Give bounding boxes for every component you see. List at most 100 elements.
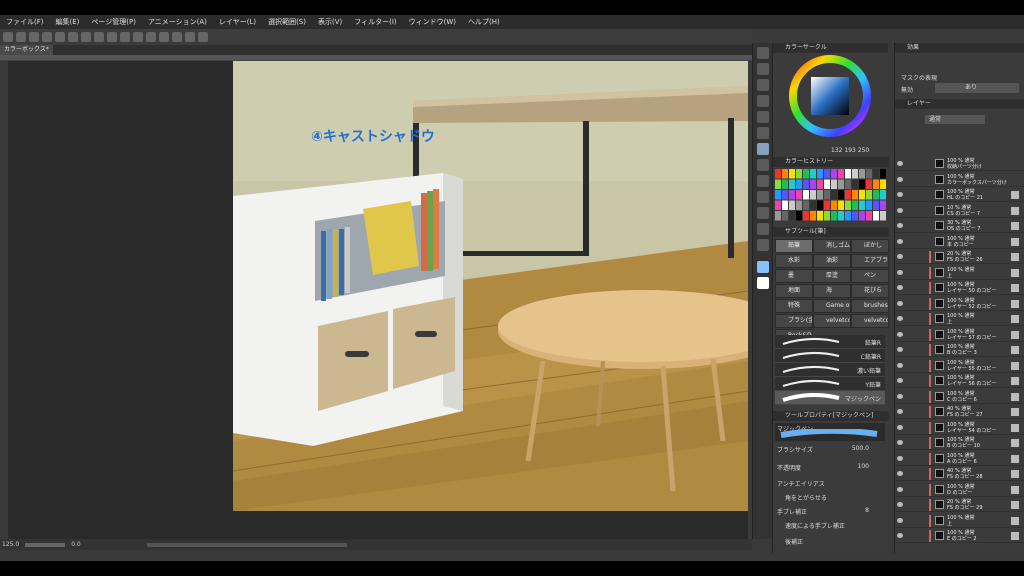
- color-swatch[interactable]: [866, 179, 872, 190]
- layer-row[interactable]: 100 % 通常上: [895, 265, 1024, 280]
- zoom-slider[interactable]: [25, 542, 66, 547]
- color-swatch[interactable]: [796, 190, 802, 200]
- brush-tool-icon[interactable]: [756, 143, 769, 155]
- layer-row[interactable]: 100 % 通常 D のコピー: [895, 482, 1024, 497]
- layer-row[interactable]: 100 % 通常 C のコピー 6: [895, 389, 1024, 404]
- color-swatch[interactable]: [817, 190, 823, 200]
- eyedropper-tool-icon[interactable]: [756, 239, 769, 251]
- eye-icon[interactable]: [897, 316, 903, 321]
- color-swatch[interactable]: [810, 169, 816, 179]
- color-swatch[interactable]: [866, 169, 872, 179]
- export-icon[interactable]: [185, 32, 195, 42]
- color-swatch[interactable]: [866, 211, 872, 221]
- color-swatch[interactable]: [873, 200, 879, 211]
- eye-icon[interactable]: [897, 269, 903, 275]
- color-swatch[interactable]: [831, 211, 837, 221]
- color-swatch[interactable]: [803, 211, 809, 221]
- layer-row[interactable]: 100 % 通常 レイヤー 57 のコピー: [895, 327, 1024, 342]
- layer-row[interactable]: 100 % 通常 A のコピー 6: [895, 451, 1024, 466]
- menu-edit[interactable]: 編集(E): [50, 17, 86, 27]
- eye-icon[interactable]: [897, 471, 903, 476]
- speed-stabilizer-checkbox[interactable]: 速度による手ブレ補正: [777, 521, 881, 532]
- layer-row[interactable]: 40 % 通常 FS のコピー 27: [895, 405, 1024, 419]
- sub-color-swatch[interactable]: [756, 277, 769, 289]
- pencil-tool-icon[interactable]: [756, 127, 769, 139]
- frame-tool-icon[interactable]: [756, 223, 769, 235]
- color-swatch[interactable]: [796, 179, 802, 190]
- color-swatch[interactable]: [775, 169, 781, 179]
- color-swatch[interactable]: [859, 169, 865, 179]
- color-swatch[interactable]: [803, 169, 809, 179]
- color-swatch[interactable]: [824, 190, 830, 200]
- color-swatch[interactable]: [782, 169, 788, 179]
- color-swatch[interactable]: [845, 211, 851, 221]
- menu-layer[interactable]: レイヤー(L): [213, 17, 262, 27]
- color-swatch[interactable]: [838, 190, 844, 200]
- eye-icon[interactable]: [897, 207, 903, 213]
- subtool-button[interactable]: 厚塗: [813, 269, 851, 283]
- color-swatch[interactable]: [880, 200, 886, 211]
- color-swatch[interactable]: [824, 169, 830, 179]
- layer-row[interactable]: 100 % 通常上: [895, 513, 1024, 528]
- gradient-tool-icon[interactable]: [756, 191, 769, 203]
- save-icon[interactable]: [29, 32, 39, 42]
- color-swatch[interactable]: [873, 179, 879, 190]
- angle-value[interactable]: 0.0: [71, 541, 81, 548]
- color-swatch[interactable]: [852, 190, 858, 200]
- transform-icon[interactable]: [81, 32, 91, 42]
- color-swatch[interactable]: [852, 179, 858, 190]
- subtool-button[interactable]: ペン: [851, 269, 889, 283]
- color-swatch[interactable]: [817, 200, 823, 211]
- color-swatch[interactable]: [880, 211, 886, 221]
- subtool-button[interactable]: 海: [813, 284, 851, 298]
- subtool-button[interactable]: velvetco: [851, 314, 889, 328]
- color-swatch[interactable]: [859, 200, 865, 211]
- color-swatch[interactable]: [803, 200, 809, 211]
- color-swatch[interactable]: [775, 200, 781, 211]
- color-swatch[interactable]: [831, 200, 837, 211]
- color-swatch[interactable]: [775, 190, 781, 200]
- color-swatch[interactable]: [789, 200, 795, 211]
- eye-icon[interactable]: [897, 533, 903, 538]
- subtool-button[interactable]: 墨: [775, 269, 813, 283]
- color-swatch[interactable]: [873, 190, 879, 200]
- subtool-button[interactable]: velvetco: [813, 314, 851, 328]
- layer-row[interactable]: 100 % 通常 レイヤー 56 のコピー: [895, 374, 1024, 388]
- color-swatch[interactable]: [796, 200, 802, 211]
- layer-row[interactable]: 100 % 通常上: [895, 312, 1024, 326]
- color-swatch[interactable]: [880, 190, 886, 200]
- color-swatch[interactable]: [824, 179, 830, 190]
- brush-item[interactable]: 鉛筆R: [775, 335, 885, 349]
- redo-icon[interactable]: [55, 32, 65, 42]
- color-swatch[interactable]: [817, 211, 823, 221]
- color-swatch[interactable]: [775, 211, 781, 221]
- zoom-value[interactable]: 125.0: [2, 541, 19, 548]
- menu-selection[interactable]: 選択範囲(S): [262, 17, 312, 27]
- menu-page[interactable]: ページ管理(P): [85, 17, 142, 27]
- eye-icon[interactable]: [897, 161, 903, 166]
- color-swatch[interactable]: [775, 179, 781, 190]
- color-swatch[interactable]: [810, 190, 816, 200]
- subtool-button[interactable]: brushes: [851, 299, 889, 313]
- color-swatch[interactable]: [845, 169, 851, 179]
- eye-icon[interactable]: [897, 238, 903, 244]
- color-swatch[interactable]: [810, 179, 816, 190]
- crop-icon[interactable]: [120, 32, 130, 42]
- subtool-button[interactable]: 油彩: [813, 254, 851, 268]
- brush-item[interactable]: 濃い鉛筆: [775, 363, 885, 377]
- snap-grid-icon[interactable]: [172, 32, 182, 42]
- color-swatch[interactable]: [782, 190, 788, 200]
- eye-icon[interactable]: [897, 409, 903, 414]
- subtool-button[interactable]: エアブラシ: [851, 254, 889, 268]
- color-swatch[interactable]: [782, 211, 788, 221]
- color-swatch[interactable]: [789, 169, 795, 179]
- color-swatch[interactable]: [831, 190, 837, 200]
- menu-animation[interactable]: アニメーション(A): [142, 17, 213, 27]
- ruler-icon[interactable]: [146, 32, 156, 42]
- eye-icon[interactable]: [897, 331, 903, 337]
- new-icon[interactable]: [3, 32, 13, 42]
- color-swatch[interactable]: [866, 200, 872, 211]
- color-swatch[interactable]: [838, 179, 844, 190]
- color-swatch[interactable]: [845, 200, 851, 211]
- brush-size-row[interactable]: ブラシサイズ 500.0: [777, 445, 881, 456]
